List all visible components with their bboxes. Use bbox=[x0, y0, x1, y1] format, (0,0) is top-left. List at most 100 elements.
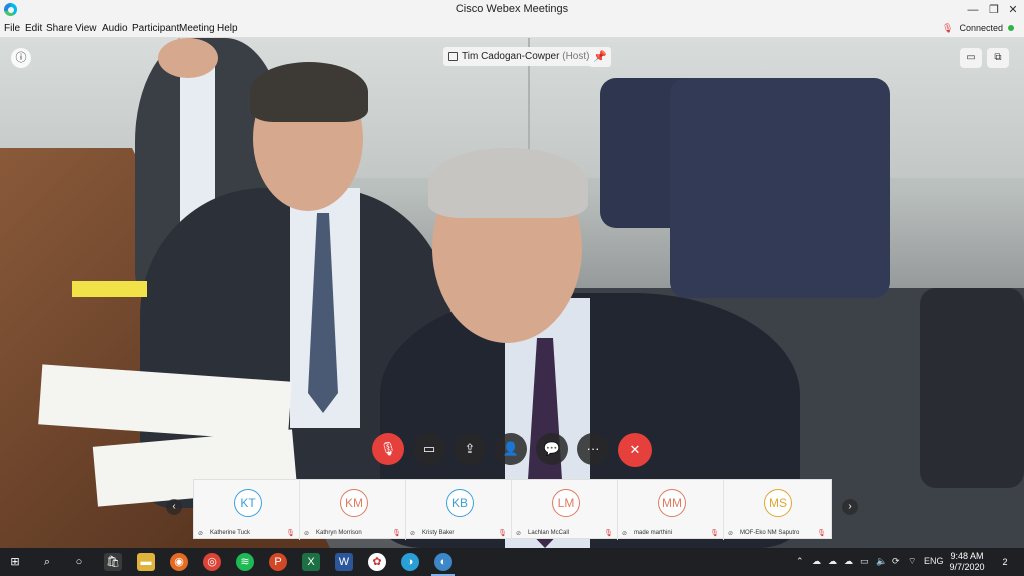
sticky-note bbox=[72, 281, 147, 297]
language-indicator[interactable]: ENG bbox=[924, 556, 944, 566]
connected-dot-icon bbox=[1008, 25, 1014, 31]
participant-name: Kristy Baker bbox=[422, 530, 455, 536]
powerpoint-icon[interactable]: P bbox=[269, 553, 287, 571]
avatar: MM bbox=[658, 489, 686, 517]
close-button[interactable]: ✕ bbox=[1002, 1, 1024, 19]
video-off-icon: ⊘ bbox=[728, 531, 734, 537]
windows-taskbar: ⊞ ⌕ ○ 🛍 ▬ ◉ ◎ ≋ P X W ✿ ◑ ◐ ⌃ ☁ ☁ ☁ ▭ 🔈 … bbox=[0, 548, 1024, 576]
avatar: KT bbox=[234, 489, 262, 517]
muted-mic-icon: 🎙 bbox=[817, 530, 826, 537]
menu-help[interactable]: Help bbox=[217, 23, 238, 34]
tray-sync-icon[interactable]: ⟳ bbox=[892, 556, 900, 567]
tray-wifi-icon[interactable]: ⌔ bbox=[908, 556, 916, 567]
meeting-info-button[interactable]: ⓘ bbox=[11, 48, 31, 68]
video-off-icon: ⊘ bbox=[410, 531, 416, 537]
start-windows-icon[interactable]: ⊞ bbox=[6, 553, 24, 571]
participant-name: Lachlan McCall bbox=[528, 530, 570, 536]
participant-strip: KT ⊘ Katherine Tuck 🎙 KM ⊘ Kathryn Morri… bbox=[193, 479, 832, 540]
participant-card[interactable]: KB ⊘ Kristy Baker 🎙 bbox=[406, 480, 512, 540]
start-video-button[interactable]: ▭ bbox=[413, 433, 445, 465]
strip-prev-button[interactable]: ‹ bbox=[166, 499, 182, 515]
host-suffix: (Host) bbox=[562, 51, 590, 62]
window-title: Cisco Webex Meetings bbox=[455, 3, 569, 15]
popout-icon[interactable]: ⧉ bbox=[987, 48, 1009, 68]
muted-mic-icon: 🎙 bbox=[286, 530, 295, 537]
chair bbox=[670, 78, 890, 298]
avatar: KB bbox=[446, 489, 474, 517]
excel-icon[interactable]: X bbox=[302, 553, 320, 571]
clock-time: 9:48 AM bbox=[950, 551, 984, 561]
muted-mic-icon: 🎙 bbox=[942, 23, 954, 33]
cortana-icon[interactable]: ○ bbox=[70, 553, 88, 571]
avatar: MS bbox=[764, 489, 792, 517]
participants-button[interactable]: 👤 bbox=[495, 433, 527, 465]
menu-edit[interactable]: Edit bbox=[25, 23, 42, 34]
title-bar: Cisco Webex Meetings — ❐ ✕ bbox=[0, 0, 1024, 20]
menu-meeting[interactable]: Meeting bbox=[179, 23, 215, 34]
firefox-icon[interactable]: ◉ bbox=[170, 553, 188, 571]
menu-share[interactable]: Share bbox=[46, 23, 73, 34]
system-clock[interactable]: 9:48 AM 9/7/2020 bbox=[947, 551, 987, 573]
chair bbox=[920, 288, 1024, 488]
file-explorer-icon[interactable]: ▬ bbox=[137, 553, 155, 571]
video-off-icon: ⊘ bbox=[304, 531, 310, 537]
menu-audio[interactable]: Audio bbox=[102, 23, 128, 34]
muted-mic-icon: 🎙 bbox=[498, 530, 507, 537]
video-off-icon: ⊘ bbox=[198, 531, 204, 537]
participant-card[interactable]: KT ⊘ Katherine Tuck 🎙 bbox=[194, 480, 300, 540]
chat-button[interactable]: 💬 bbox=[536, 433, 568, 465]
hair bbox=[428, 148, 588, 218]
main-video[interactable]: ⓘ Tim Cadogan-Cowper (Host) 📌 ▭ ⧉ 🎙 ▭ ⇪ … bbox=[0, 38, 1024, 548]
spotify-icon[interactable]: ≋ bbox=[236, 553, 254, 571]
word-icon[interactable]: W bbox=[335, 553, 353, 571]
participant-card[interactable]: MM ⊘ made marthini 🎙 bbox=[618, 480, 724, 540]
tray-onedrive-icon[interactable]: ☁ bbox=[828, 556, 837, 567]
hair bbox=[250, 62, 368, 122]
menu-bar: File Edit Share View Audio Participant M… bbox=[0, 20, 1024, 38]
participant-name: MOF-Eko NM Saputro bbox=[740, 530, 800, 536]
mute-button[interactable]: 🎙 bbox=[372, 433, 404, 465]
participant-card[interactable]: KM ⊘ Kathryn Morrison 🎙 bbox=[300, 480, 406, 540]
participant-card[interactable]: LM ⊘ Lachlan McCall 🎙 bbox=[512, 480, 618, 540]
notification-count: 2 bbox=[1002, 557, 1008, 567]
webex-meetings-taskbar-icon[interactable]: ◐ bbox=[434, 553, 452, 571]
strip-next-button[interactable]: › bbox=[842, 499, 858, 515]
webex-taskbar-icon[interactable]: ◑ bbox=[401, 553, 419, 571]
leave-meeting-button[interactable]: ✕ bbox=[618, 433, 652, 467]
participant-card[interactable]: MS ⊘ MOF-Eko NM Saputro 🎙 bbox=[724, 480, 830, 540]
participant-name: made marthini bbox=[634, 530, 673, 536]
minimize-button[interactable]: — bbox=[962, 1, 984, 19]
screen-icon bbox=[448, 52, 458, 61]
avatar: KM bbox=[340, 489, 368, 517]
menu-participant[interactable]: Participant bbox=[132, 23, 179, 34]
connected-label: Connected bbox=[959, 23, 1003, 33]
video-off-icon: ⊘ bbox=[516, 531, 522, 537]
menu-view[interactable]: View bbox=[75, 23, 97, 34]
clock-date: 9/7/2020 bbox=[949, 562, 985, 572]
pin-icon[interactable]: 📌 bbox=[589, 47, 611, 67]
share-button[interactable]: ⇪ bbox=[454, 433, 486, 465]
layout-view-button[interactable]: ▭ bbox=[960, 48, 982, 68]
muted-mic-icon: 🎙 bbox=[604, 530, 613, 537]
menu-file[interactable]: File bbox=[4, 23, 20, 34]
active-speaker-label: Tim Cadogan-Cowper (Host) bbox=[443, 47, 597, 66]
store-icon[interactable]: 🛍 bbox=[104, 553, 122, 571]
host-name: Tim Cadogan-Cowper bbox=[462, 51, 560, 62]
participant-name: Kathryn Morrison bbox=[316, 530, 362, 536]
tray-volume-icon[interactable]: 🔈 bbox=[876, 556, 887, 567]
pinwheel-app-icon[interactable]: ✿ bbox=[368, 553, 386, 571]
tray-cloud-icon[interactable]: ☁ bbox=[844, 556, 853, 567]
video-off-icon: ⊘ bbox=[622, 531, 628, 537]
tray-chevron-icon[interactable]: ⌃ bbox=[796, 556, 804, 567]
search-icon[interactable]: ⌕ bbox=[38, 553, 56, 571]
muted-mic-icon: 🎙 bbox=[392, 530, 401, 537]
connection-status: 🎙 Connected bbox=[942, 23, 1014, 34]
head bbox=[158, 38, 218, 78]
avatar: LM bbox=[552, 489, 580, 517]
notifications-icon[interactable]: 2 bbox=[996, 553, 1014, 571]
participant-name: Katherine Tuck bbox=[210, 530, 251, 536]
tray-network-icon[interactable]: ☁ bbox=[812, 556, 821, 567]
chrome-icon[interactable]: ◎ bbox=[203, 553, 221, 571]
tray-battery-icon[interactable]: ▭ bbox=[860, 556, 869, 567]
more-options-button[interactable]: ··· bbox=[577, 433, 609, 465]
